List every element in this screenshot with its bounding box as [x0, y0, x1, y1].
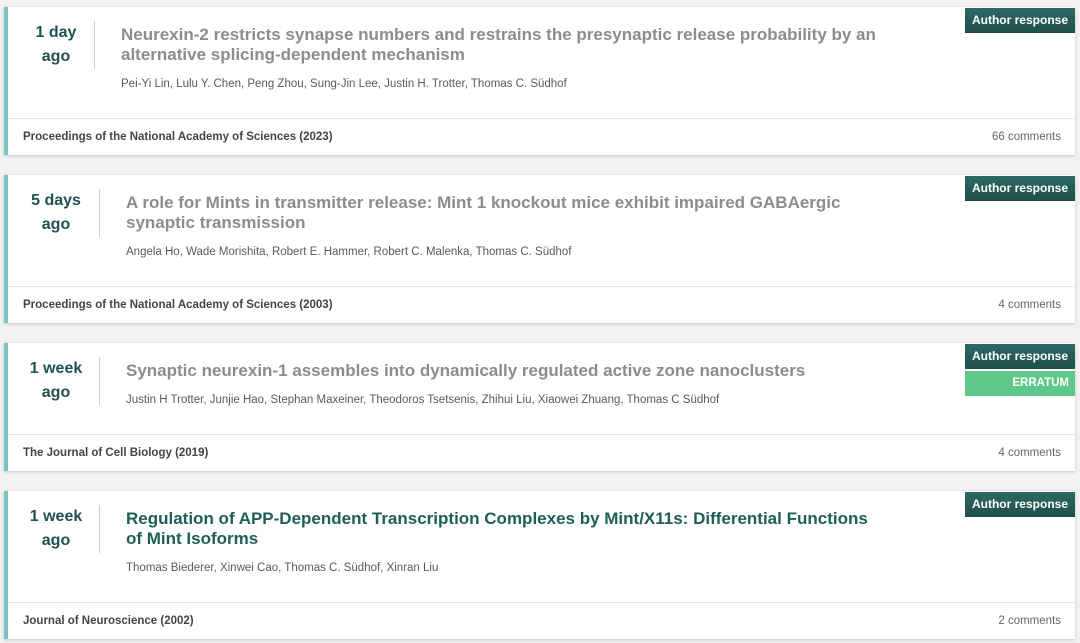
card-footer: Proceedings of the National Academy of S…	[8, 118, 1075, 155]
age-amount: 1 week	[29, 508, 83, 525]
age-divider	[99, 505, 100, 553]
age-divider	[94, 21, 95, 69]
age-divider	[99, 357, 100, 405]
article-title[interactable]: Neurexin-2 restricts synapse numbers and…	[121, 25, 881, 65]
age-suffix: ago	[41, 48, 71, 65]
article-title[interactable]: A role for Mints in transmitter release:…	[126, 193, 886, 233]
article-age: 1 week ago	[18, 505, 94, 553]
erratum-badge: ERRATUM	[965, 371, 1075, 396]
comments-link[interactable]: 2 comments	[998, 615, 1061, 627]
journal-name: The Journal of Cell Biology (2019)	[23, 447, 209, 459]
age-suffix: ago	[41, 532, 71, 549]
age-amount: 1 day	[35, 24, 77, 41]
article-age: 1 week ago	[18, 357, 94, 405]
journal-name: Proceedings of the National Academy of S…	[23, 131, 333, 143]
author-response-badge: Author response	[965, 176, 1075, 201]
author-response-badge: Author response	[965, 8, 1075, 33]
article-card[interactable]: 1 week ago Synaptic neurexin-1 assembles…	[4, 343, 1075, 471]
article-title[interactable]: Regulation of APP-Dependent Transcriptio…	[126, 509, 886, 549]
author-response-badge: Author response	[965, 344, 1075, 369]
age-suffix: ago	[41, 216, 71, 233]
article-age: 1 day ago	[18, 21, 94, 69]
article-card[interactable]: 1 day ago Neurexin-2 restricts synapse n…	[4, 7, 1075, 155]
article-card[interactable]: 5 days ago A role for Mints in transmitt…	[4, 175, 1075, 323]
age-amount: 1 week	[29, 360, 83, 377]
article-authors: Thomas Biederer, Xinwei Cao, Thomas C. S…	[126, 562, 439, 574]
article-authors: Angela Ho, Wade Morishita, Robert E. Ham…	[126, 246, 572, 258]
comments-link[interactable]: 66 comments	[992, 131, 1061, 143]
card-footer: Proceedings of the National Academy of S…	[8, 286, 1075, 323]
age-divider	[99, 189, 100, 237]
journal-name: Journal of Neuroscience (2002)	[23, 615, 194, 627]
article-authors: Justin H Trotter, Junjie Hao, Stephan Ma…	[126, 394, 720, 406]
comments-link[interactable]: 4 comments	[998, 447, 1061, 459]
age-suffix: ago	[41, 384, 71, 401]
article-age: 5 days ago	[18, 189, 94, 237]
age-amount: 5 days	[31, 192, 81, 209]
card-footer: The Journal of Cell Biology (2019) 4 com…	[8, 434, 1075, 471]
article-authors: Pei-Yi Lin, Lulu Y. Chen, Peng Zhou, Sun…	[121, 78, 567, 90]
article-card[interactable]: 1 week ago Regulation of APP-Dependent T…	[4, 491, 1075, 639]
author-response-badge: Author response	[965, 492, 1075, 517]
article-title[interactable]: Synaptic neurexin-1 assembles into dynam…	[126, 361, 926, 381]
comments-link[interactable]: 4 comments	[998, 299, 1061, 311]
journal-name: Proceedings of the National Academy of S…	[23, 299, 333, 311]
article-feed: 1 day ago Neurexin-2 restricts synapse n…	[0, 0, 1080, 643]
card-footer: Journal of Neuroscience (2002) 2 comment…	[8, 602, 1075, 639]
